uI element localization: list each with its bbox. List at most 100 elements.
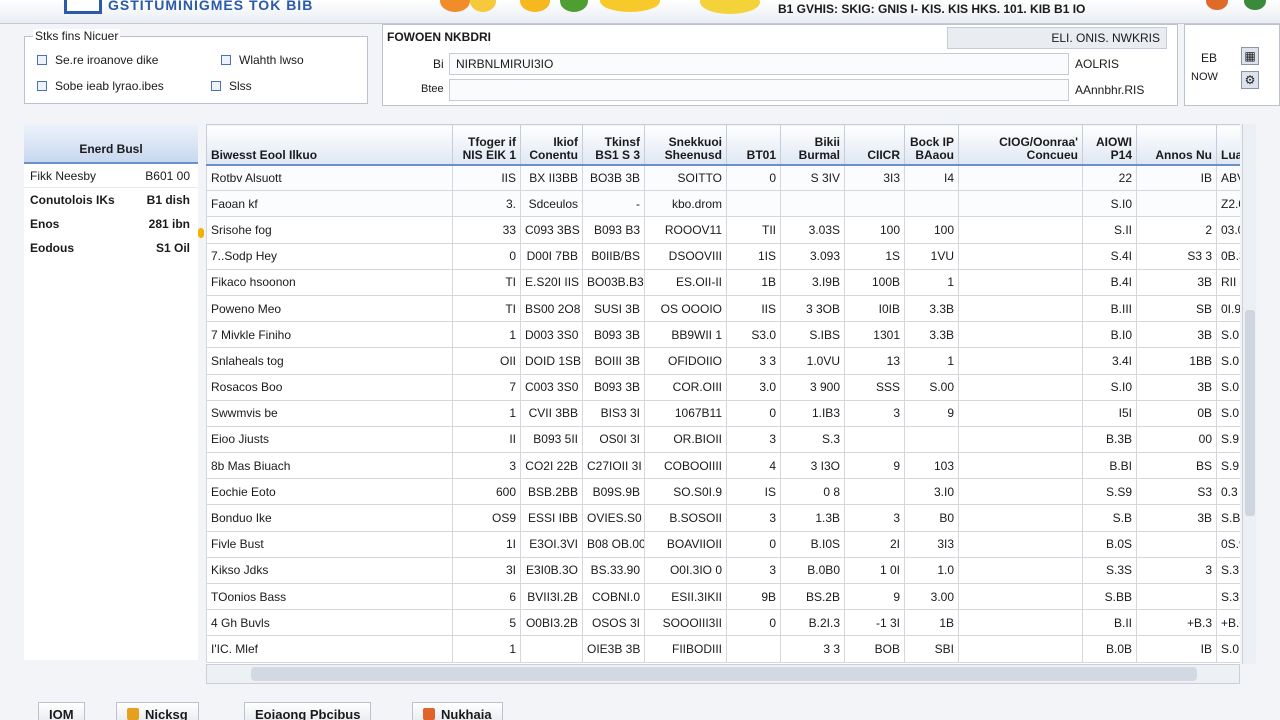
table-row[interactable]: Rosacos Boo 7 C003 3S0 B093 3B COR.OIII 3.0 3 … [206,373,1240,401]
table-row[interactable]: Bonduo Ike OS9 ESSI IBB OVIES.S0 B.SOSOII 3 1.… [206,504,1240,532]
table-cell[interactable] [1136,190,1217,218]
table-cell[interactable]: Sdceulos [520,190,583,218]
table-cell[interactable] [958,556,1083,585]
table-cell[interactable]: 1 [904,268,959,296]
table-cell[interactable]: OS9 [452,504,521,532]
table-cell[interactable]: I4 [904,163,959,192]
table-cell[interactable]: 100 [904,216,959,244]
table-cell[interactable] [958,635,1083,663]
table-cell[interactable]: 103 [904,452,959,480]
table-cell[interactable]: B.SOSOII [644,504,727,532]
table-cell[interactable]: TI [452,268,521,296]
table-cell[interactable]: CO2I 22B [520,452,583,480]
search-input[interactable]: NIRBNLMIRUI3IO [449,53,1069,75]
table-cell[interactable]: 5 [452,609,521,637]
table-cell[interactable]: OR.BIOII [644,425,727,454]
table-cell[interactable]: S.4I [1082,242,1137,270]
table-cell[interactable]: 3 3OB [780,294,845,323]
table-cell[interactable] [958,478,1083,506]
table-cell[interactable]: 4 [726,452,781,480]
table-cell[interactable]: COR.OIII [644,373,727,401]
table-cell[interactable]: 3B [1136,504,1217,532]
table-cell[interactable]: +B.0 [1216,609,1240,637]
filter-option[interactable]: Wlahth lwso [221,53,304,67]
table-cell[interactable]: 1IS [726,242,781,270]
table-cell[interactable]: B093 3B [582,373,645,401]
table-cell[interactable]: D003 3S0 [520,321,583,349]
table-cell[interactable]: O0BI3.2B [520,609,583,637]
table-cell[interactable]: 1.3B [780,504,845,532]
table-row[interactable]: TOonios Bass 6 BVII3I.2B COBNI.0 ESII.3IKII 9… [206,582,1240,611]
table-cell[interactable]: BOAVIIOII [644,530,727,558]
table-cell[interactable]: Swwmvis be [206,399,453,427]
table-cell[interactable] [958,373,1083,401]
table-cell[interactable]: 9 [844,452,905,480]
table-cell[interactable]: 3.3B [904,294,959,323]
column-header[interactable]: Lua [1216,124,1240,166]
tab-nukhaia[interactable]: Nukhaia [412,702,503,720]
table-cell[interactable]: S 3IV [780,163,845,192]
column-header[interactable]: CIOG/Oonraa' Concueu [958,124,1083,166]
table-cell[interactable]: B.II [1082,609,1137,637]
table-cell[interactable]: S.0 [1216,635,1240,663]
table-cell[interactable]: BB9WII 1 [644,321,727,349]
table-cell[interactable]: S3 [1136,478,1217,506]
table-row[interactable]: I'IC. Mlef 1 OIE3B 3B FIIBODIII 3 3 BOB SBI B.0… [206,635,1240,663]
table-cell[interactable]: IB [1136,635,1217,663]
table-cell[interactable]: SOITTO [644,163,727,192]
table-cell[interactable]: IIS [726,294,781,323]
table-cell[interactable]: 3 [1136,556,1217,585]
table-cell[interactable]: ESSI IBB [520,504,583,532]
table-cell[interactable]: BO3B 3B [582,163,645,192]
table-cell[interactable]: 0 8 [780,478,845,506]
table-cell[interactable]: 3 [726,425,781,454]
table-cell[interactable]: 1B [904,609,959,637]
table-cell[interactable]: B.III [1082,294,1137,323]
table-cell[interactable] [904,190,959,218]
table-cell[interactable] [958,504,1083,532]
table-row[interactable]: Rotbv Alsuott IIS BX II3BB BO3B 3B SOITTO 0 S … [206,163,1240,192]
table-cell[interactable] [844,478,905,506]
table-cell[interactable]: I0IB [844,294,905,323]
table-cell[interactable]: 1I [452,530,521,558]
table-cell[interactable] [726,190,781,218]
table-cell[interactable] [958,347,1083,375]
column-header[interactable]: Ikiof Conentu [520,124,583,166]
table-cell[interactable]: S3.0 [726,321,781,349]
table-cell[interactable]: 6 [452,582,521,611]
table-cell[interactable]: TI [452,294,521,323]
table-cell[interactable]: ESII.3IKII [644,582,727,611]
table-cell[interactable]: - [582,190,645,218]
table-cell[interactable] [958,582,1083,611]
table-cell[interactable]: 3 [844,399,905,427]
table-cell[interactable]: S.00 [904,373,959,401]
table-row[interactable]: Eochie Eoto 600 BSB.2BB B09S.9B SO.S0I.9 IS 0 … [206,478,1240,506]
table-cell[interactable]: 3.3B [904,321,959,349]
table-cell[interactable]: 1301 [844,321,905,349]
table-cell[interactable]: 3. [452,190,521,218]
table-cell[interactable] [1136,530,1217,558]
table-cell[interactable]: 13 [844,347,905,375]
table-cell[interactable]: 00 [1136,425,1217,454]
table-cell[interactable]: 3.03S [780,216,845,244]
column-header[interactable]: Tkinsf BS1 S 3 [582,124,645,166]
table-cell[interactable]: 3.00 [904,582,959,611]
scroll-thumb[interactable] [251,667,1197,681]
table-cell[interactable]: TOonios Bass [206,582,453,611]
table-cell[interactable]: Fikaco hsoonon [206,268,453,296]
table-cell[interactable]: 1 [452,399,521,427]
table-cell[interactable]: +B.3 [1136,609,1217,637]
column-header[interactable]: Annos Nu [1136,124,1217,166]
table-cell[interactable]: S.B [1216,504,1240,532]
table-cell[interactable] [958,268,1083,296]
table-cell[interactable]: BX II3BB [520,163,583,192]
table-cell[interactable]: 1 [904,347,959,375]
table-cell[interactable]: S.BB [1082,582,1137,611]
table-cell[interactable]: 3 [726,556,781,585]
table-cell[interactable]: DOID 1SB [520,347,583,375]
filter-input[interactable] [449,79,1069,101]
table-cell[interactable]: SBI [904,635,959,663]
table-cell[interactable]: DSOOVIII [644,242,727,270]
table-cell[interactable]: Z2.0 [1216,190,1240,218]
table-cell[interactable]: S.II [1082,216,1137,244]
